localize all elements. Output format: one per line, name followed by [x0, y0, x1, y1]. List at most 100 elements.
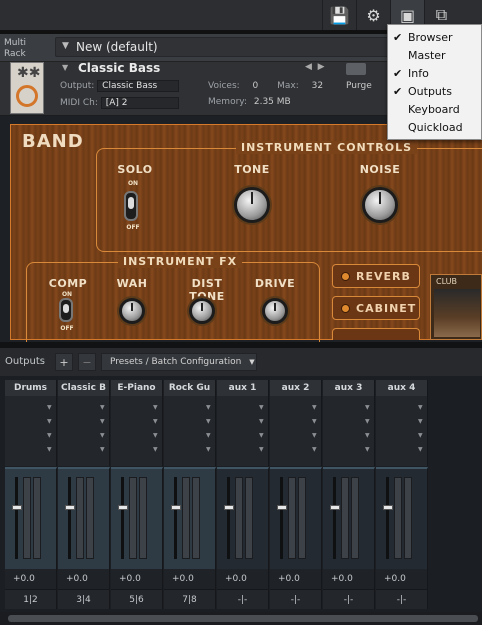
chevron-down-icon[interactable]: ▼	[418, 418, 423, 425]
chevron-down-icon[interactable]: ▼	[47, 432, 52, 439]
channel-output-routing[interactable]: 7|8	[164, 589, 216, 609]
camera-icon[interactable]	[346, 63, 366, 75]
channel-name[interactable]: aux 3	[323, 380, 375, 396]
chevron-down-icon[interactable]: ▼	[206, 404, 211, 411]
mixer-scrollbar[interactable]	[0, 612, 482, 625]
remove-output-button[interactable]: −	[78, 353, 96, 371]
chevron-down-icon[interactable]: ▼	[259, 432, 264, 439]
channel-name[interactable]: aux 1	[217, 380, 269, 396]
channel-output-routing[interactable]: 5|6	[111, 589, 163, 609]
comp-toggle[interactable]	[59, 298, 73, 322]
chevron-down-icon[interactable]: ▼	[47, 418, 52, 425]
chevron-down-icon[interactable]: ▼	[312, 432, 317, 439]
max-voices-value[interactable]: 32	[312, 81, 323, 91]
noise-knob[interactable]	[362, 187, 398, 223]
chevron-down-icon[interactable]: ▼	[365, 418, 370, 425]
chevron-down-icon[interactable]: ▼	[100, 446, 105, 453]
channel-name[interactable]: E-Piano	[111, 380, 163, 396]
volume-fader[interactable]	[330, 505, 340, 510]
chevron-down-icon[interactable]: ▼	[153, 404, 158, 411]
volume-fader[interactable]	[12, 505, 22, 510]
channel-volume[interactable]: +0.0	[270, 569, 322, 589]
club-preset-panel[interactable]: CLUB	[430, 274, 482, 340]
add-output-button[interactable]: +	[55, 353, 73, 371]
chevron-down-icon[interactable]: ▼	[312, 404, 317, 411]
level-meter-right	[404, 477, 412, 559]
channel-volume[interactable]: +0.0	[217, 569, 269, 589]
channel-volume[interactable]: +0.0	[58, 569, 110, 589]
scrollbar-thumb[interactable]	[8, 615, 478, 622]
instrument-nav-arrows[interactable]: ◀ ▶	[305, 62, 325, 72]
wah-knob[interactable]	[119, 298, 145, 324]
volume-fader[interactable]	[171, 505, 181, 510]
view-menu-item-quickload[interactable]: Quickload	[388, 119, 482, 137]
instrument-name-row[interactable]: ▼ Classic Bass	[60, 61, 340, 77]
chevron-down-icon[interactable]: ▼	[206, 446, 211, 453]
chevron-down-icon[interactable]: ▼	[418, 446, 423, 453]
output-dropdown[interactable]: Classic Bass	[97, 80, 180, 92]
channel-routing-slots: ▼ ▼ ▼ ▼	[217, 396, 269, 466]
chevron-down-icon[interactable]: ▼	[100, 404, 105, 411]
chevron-down-icon[interactable]: ▼	[259, 446, 264, 453]
chevron-down-icon[interactable]: ▼	[365, 446, 370, 453]
channel-name[interactable]: aux 2	[270, 380, 322, 396]
channel-output-routing[interactable]: -|-	[376, 589, 428, 609]
dist-tone-knob[interactable]	[189, 298, 215, 324]
tone-knob[interactable]	[234, 187, 270, 223]
channel-name[interactable]: Drums	[5, 380, 57, 396]
channel-volume[interactable]: +0.0	[111, 569, 163, 589]
reverb-button[interactable]: REVERB	[332, 264, 420, 288]
channel-volume[interactable]: +0.0	[164, 569, 216, 589]
chevron-down-icon[interactable]: ▼	[206, 418, 211, 425]
multi-rack-name-field[interactable]: ▼ New (default)	[55, 37, 395, 57]
chevron-down-icon[interactable]: ▼	[153, 446, 158, 453]
channel-output-routing[interactable]: 3|4	[58, 589, 110, 609]
chevron-down-icon[interactable]: ▼	[62, 63, 68, 72]
channel-output-routing[interactable]: -|-	[323, 589, 375, 609]
chevron-down-icon[interactable]: ▼	[47, 446, 52, 453]
chevron-down-icon[interactable]: ▼	[365, 432, 370, 439]
volume-fader[interactable]	[65, 505, 75, 510]
purge-button[interactable]: Purge	[346, 81, 372, 91]
chevron-down-icon[interactable]: ▼	[312, 446, 317, 453]
presets-batch-dropdown[interactable]: Presets / Batch Configuration ▼	[101, 353, 257, 371]
channel-output-routing[interactable]: -|-	[217, 589, 269, 609]
volume-fader[interactable]	[383, 505, 393, 510]
volume-fader[interactable]	[224, 505, 234, 510]
channel-output-routing[interactable]: -|-	[270, 589, 322, 609]
view-menu-item-info[interactable]: ✔ Info	[388, 65, 482, 83]
chevron-down-icon[interactable]: ▼	[100, 432, 105, 439]
view-menu-item-browser[interactable]: ✔ Browser	[388, 29, 482, 47]
view-menu-item-master[interactable]: Master	[388, 47, 482, 65]
chevron-down-icon[interactable]: ▼	[62, 41, 69, 51]
view-menu-item-outputs[interactable]: ✔ Outputs	[388, 83, 482, 101]
volume-fader[interactable]	[118, 505, 128, 510]
channel-name[interactable]: Rock Gu	[164, 380, 216, 396]
chevron-down-icon[interactable]: ▼	[365, 404, 370, 411]
chevron-down-icon[interactable]: ▼	[418, 404, 423, 411]
chevron-down-icon[interactable]: ▼	[418, 432, 423, 439]
cabinet-button[interactable]: CABINET	[332, 296, 420, 320]
settings-button[interactable]: ⚙	[356, 0, 390, 30]
channel-output-routing[interactable]: 1|2	[5, 589, 57, 609]
save-button[interactable]: 💾	[322, 0, 356, 30]
channel-volume[interactable]: +0.0	[376, 569, 428, 589]
midi-channel-dropdown[interactable]: [A] 2	[100, 97, 179, 109]
channel-volume[interactable]: +0.0	[323, 569, 375, 589]
solo-toggle[interactable]	[124, 191, 138, 221]
volume-fader[interactable]	[277, 505, 287, 510]
chevron-down-icon[interactable]: ▼	[153, 418, 158, 425]
eq-button-partial[interactable]	[332, 328, 420, 340]
drive-knob[interactable]	[262, 298, 288, 324]
chevron-down-icon[interactable]: ▼	[153, 432, 158, 439]
channel-volume[interactable]: +0.0	[5, 569, 57, 589]
channel-name[interactable]: aux 4	[376, 380, 428, 396]
chevron-down-icon[interactable]: ▼	[100, 418, 105, 425]
view-menu-item-keyboard[interactable]: Keyboard	[388, 101, 482, 119]
chevron-down-icon[interactable]: ▼	[312, 418, 317, 425]
chevron-down-icon[interactable]: ▼	[259, 404, 264, 411]
chevron-down-icon[interactable]: ▼	[259, 418, 264, 425]
chevron-down-icon[interactable]: ▼	[206, 432, 211, 439]
chevron-down-icon[interactable]: ▼	[47, 404, 52, 411]
channel-name[interactable]: Classic B	[58, 380, 110, 396]
